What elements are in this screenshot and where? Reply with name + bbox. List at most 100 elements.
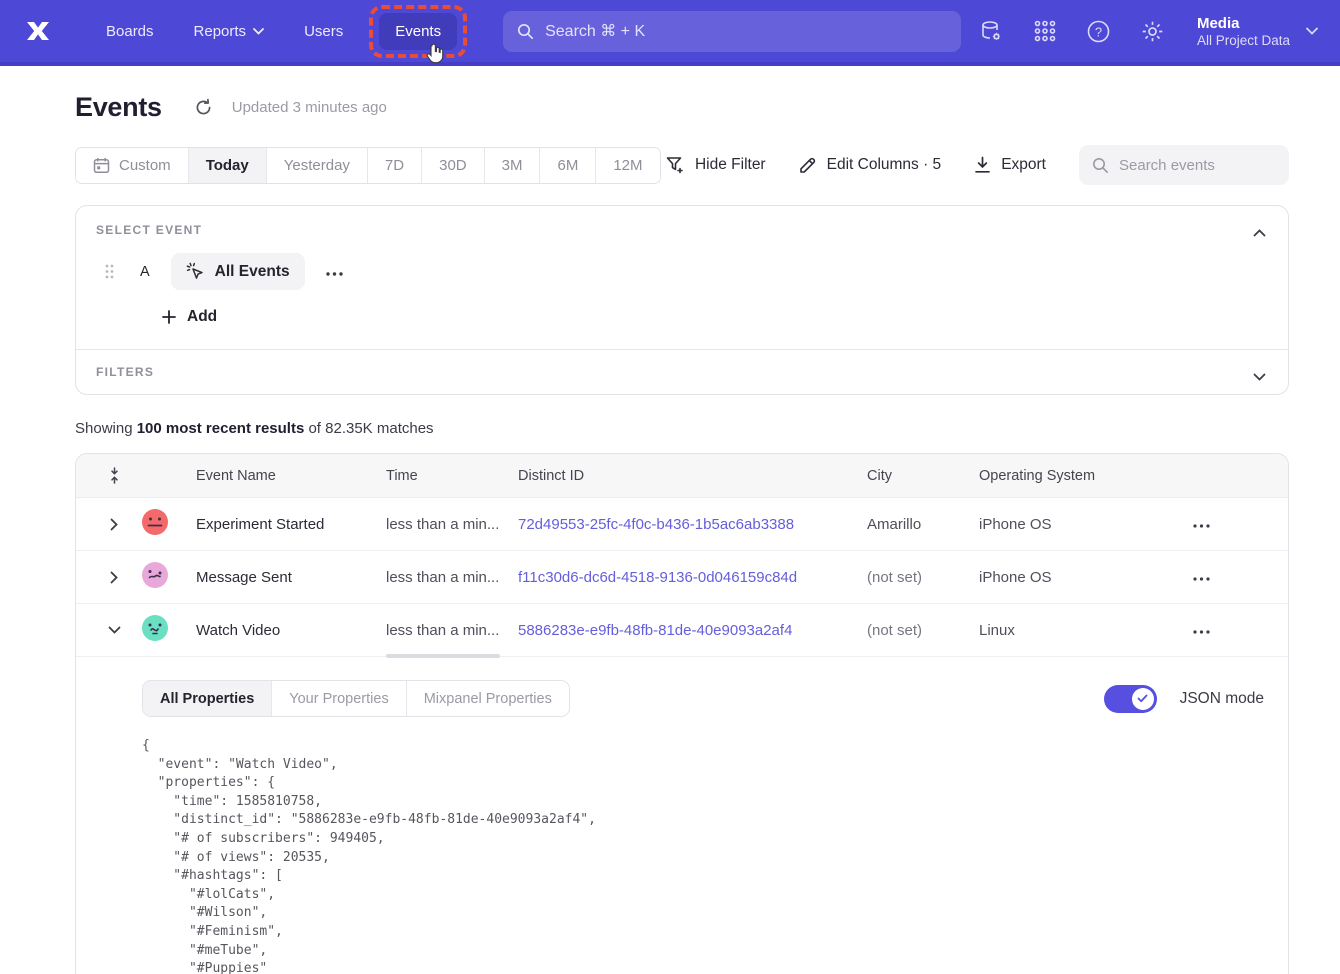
event-avatar [141,561,169,594]
event-json-viewer: { "event": "Watch Video", "properties": … [142,737,1264,974]
date-range-3m[interactable]: 3M [485,148,541,183]
table-header-row: Event Name Time Distinct ID City Operati… [76,454,1288,498]
event-avatar [141,614,169,647]
nav-users-label: Users [304,23,343,40]
nav-boards-label: Boards [106,23,154,40]
events-table: Event Name Time Distinct ID City Operati… [75,453,1289,974]
date-range-label: 3M [502,157,523,174]
event-row-menu-icon[interactable] [320,257,349,287]
checkmark-icon [1137,694,1148,703]
expand-row-chevron-right-icon[interactable] [104,565,124,590]
nav-events-label: Events [395,23,441,40]
cell-city: (not set) [847,569,959,586]
column-header-event-name: Event Name [176,468,366,484]
date-range-today[interactable]: Today [189,148,267,183]
add-event-button[interactable]: Add [162,308,217,326]
search-events-input[interactable]: Search events [1079,145,1289,185]
table-row-expanded: Watch Video less than a min... 5886283e-… [76,604,1288,657]
table-row: Message Sent less than a min... f11c30d6… [76,551,1288,604]
tab-label: Your Properties [289,691,388,707]
tab-your-properties[interactable]: Your Properties [272,681,406,716]
refresh-icon[interactable] [194,97,216,119]
updated-timestamp: Updated 3 minutes ago [232,99,387,116]
nav-item-boards[interactable]: Boards [90,13,170,50]
add-label: Add [187,308,217,326]
event-selector-button[interactable]: All Events [171,253,305,290]
drag-handle-icon[interactable] [105,264,114,279]
row-menu-icon[interactable] [1173,568,1288,586]
row-menu-icon[interactable] [1173,621,1288,639]
svg-text:?: ? [1095,24,1102,39]
nav-item-events[interactable]: Events [379,13,457,50]
search-icon [517,23,534,40]
horizontal-scrollbar[interactable] [386,654,500,658]
cell-city: (not set) [847,622,959,639]
global-search-input[interactable]: Search ⌘ + K [503,11,961,52]
distinct-id-link[interactable]: f11c30d6-dc6d-4518-9136-0d046159c84d [518,569,797,586]
date-range-label: Yesterday [284,157,350,174]
cell-event-name: Message Sent [176,569,366,586]
collapse-section-chevron-up-icon[interactable] [1249,220,1270,246]
top-navbar: Boards Reports Users Events Search ⌘ + K [0,0,1340,66]
pencil-icon [799,156,817,174]
calendar-icon [93,157,110,174]
column-header-time: Time [366,468,498,484]
cell-distinct-id: 5886283e-e9fb-48fb-81de-40e9093a2af4 [498,622,847,639]
distinct-id-link[interactable]: 72d49553-25fc-4f0c-b436-1b5ac6ab3388 [518,516,794,533]
date-range-label: 30D [439,157,467,174]
project-switcher[interactable]: Media All Project Data [1197,14,1318,49]
json-mode-toggle[interactable] [1104,685,1157,713]
hide-filter-label: Hide Filter [695,156,766,174]
export-label: Export [1001,156,1046,174]
distinct-id-link[interactable]: 5886283e-e9fb-48fb-81de-40e9093a2af4 [518,622,792,639]
date-range-30d[interactable]: 30D [422,148,485,183]
cell-os: iPhone OS [959,516,1173,533]
main-content: Events Updated 3 minutes ago Custom Toda… [0,92,1340,974]
date-range-12m[interactable]: 12M [596,148,659,183]
tab-mixpanel-properties[interactable]: Mixpanel Properties [407,681,569,716]
column-header-city: City [847,468,959,484]
settings-icon[interactable] [1133,11,1173,51]
cell-event-name: Experiment Started [176,516,366,533]
date-range-6m[interactable]: 6M [540,148,596,183]
help-icon[interactable]: ? [1079,11,1119,51]
magic-pointer-icon [186,262,205,281]
event-query-row: A All Events [96,253,1268,290]
data-management-icon[interactable] [971,11,1011,51]
apps-grid-icon[interactable] [1025,11,1065,51]
nav-item-users[interactable]: Users [288,13,359,50]
primary-nav: Boards Reports Users Events [90,5,469,58]
date-range-label: 7D [385,157,404,174]
collapse-all-rows-icon[interactable] [108,467,121,484]
date-range-label: 6M [557,157,578,174]
collapse-row-chevron-down-icon[interactable] [102,620,127,640]
edit-columns-button[interactable]: Edit Columns · 5 [799,156,942,174]
filters-section-header[interactable]: FILTERS [76,349,1288,394]
cell-city: Amarillo [847,516,959,533]
json-mode-label: JSON mode [1180,690,1264,708]
select-event-section: SELECT EVENT A All Events [76,206,1288,349]
tab-all-properties[interactable]: All Properties [143,681,272,716]
search-icon [1092,157,1109,174]
date-range-label: Today [206,157,249,174]
mixpanel-logo-icon[interactable] [22,16,56,46]
project-scope: All Project Data [1197,33,1290,48]
filter-icon [666,156,685,174]
export-button[interactable]: Export [974,156,1046,174]
selected-event-name: All Events [215,263,290,281]
row-menu-icon[interactable] [1173,515,1288,533]
event-details-panel: All Properties Your Properties Mixpanel … [76,657,1288,974]
expand-row-chevron-right-icon[interactable] [104,512,124,537]
date-range-custom[interactable]: Custom [76,148,189,183]
date-range-label: 12M [613,157,642,174]
cell-os: Linux [959,622,1173,639]
edit-columns-label: Edit Columns · 5 [827,156,942,174]
hide-filter-button[interactable]: Hide Filter [666,156,766,174]
toggle-knob [1132,688,1154,710]
date-range-7d[interactable]: 7D [368,148,422,183]
plus-icon [162,310,176,324]
nav-item-reports[interactable]: Reports [178,13,281,50]
expand-section-chevron-down-icon[interactable] [1249,364,1270,390]
date-range-yesterday[interactable]: Yesterday [267,148,368,183]
query-builder-card: SELECT EVENT A All Events [75,205,1289,395]
